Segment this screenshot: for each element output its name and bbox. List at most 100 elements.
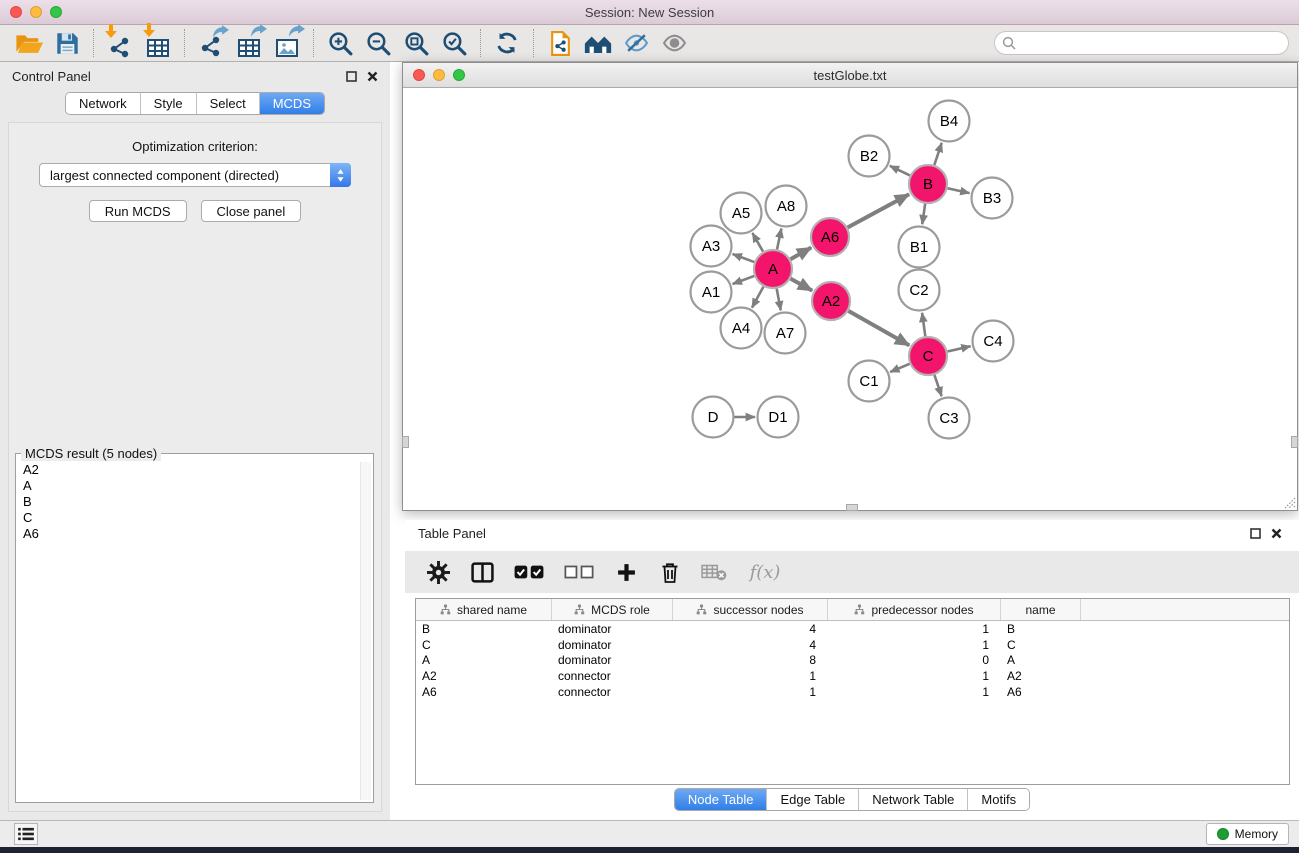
node-B1[interactable]: B1 xyxy=(899,227,940,268)
zoom-in-icon[interactable] xyxy=(321,27,359,59)
node-A2[interactable]: A2 xyxy=(812,282,850,320)
node-B4[interactable]: B4 xyxy=(929,101,970,142)
window-edge-handle-bottom[interactable] xyxy=(846,504,858,511)
table-row[interactable]: Adominator80A xyxy=(416,652,1289,668)
zoom-selected-icon[interactable] xyxy=(435,27,473,59)
table-cell[interactable]: C xyxy=(416,638,552,652)
close-table-panel-icon[interactable] xyxy=(1271,528,1282,539)
table-cell[interactable]: 1 xyxy=(828,622,1001,636)
edge-A-A5[interactable] xyxy=(752,233,763,252)
column-header-shared-name[interactable]: shared name xyxy=(416,599,552,620)
table-cell[interactable]: 4 xyxy=(673,622,828,636)
task-history-button[interactable] xyxy=(14,823,38,845)
mcds-result-item[interactable]: C xyxy=(19,510,359,526)
search-input[interactable] xyxy=(994,31,1289,55)
criterion-dropdown[interactable]: largest connected component (directed) xyxy=(39,163,351,187)
tab-network-table[interactable]: Network Table xyxy=(859,789,968,810)
open-session-icon[interactable] xyxy=(10,27,48,59)
node-C3[interactable]: C3 xyxy=(929,398,970,439)
table-cell[interactable]: 8 xyxy=(673,653,828,667)
table-cell[interactable]: A xyxy=(1001,653,1081,667)
table-row[interactable]: A6connector11A6 xyxy=(416,684,1289,700)
resize-grip[interactable] xyxy=(1282,495,1296,509)
table-row[interactable]: A2connector11A2 xyxy=(416,668,1289,684)
new-network-from-selection-icon[interactable] xyxy=(541,27,579,59)
table-cell[interactable]: 4 xyxy=(673,638,828,652)
node-D[interactable]: D xyxy=(693,397,734,438)
table-cell[interactable]: 1 xyxy=(828,638,1001,652)
run-mcds-button[interactable]: Run MCDS xyxy=(89,200,187,222)
tab-node-table[interactable]: Node Table xyxy=(675,789,768,810)
node-C2[interactable]: C2 xyxy=(899,270,940,311)
mcds-list-scrollbar[interactable] xyxy=(360,462,371,800)
table-row[interactable]: Cdominator41C xyxy=(416,637,1289,653)
edge-A-A4[interactable] xyxy=(752,287,763,308)
table-cell[interactable]: 1 xyxy=(673,685,828,699)
edge-A-A2[interactable] xyxy=(791,279,813,291)
table-row[interactable]: Bdominator41B xyxy=(416,621,1289,637)
export-image-icon[interactable] xyxy=(268,27,306,59)
float-table-panel-icon[interactable] xyxy=(1250,528,1261,539)
table-cell[interactable]: dominator xyxy=(552,622,673,636)
window-edge-handle-right[interactable] xyxy=(1291,436,1298,448)
table-cell[interactable]: 0 xyxy=(828,653,1001,667)
select-all-icon[interactable] xyxy=(511,557,547,587)
table-cell[interactable]: A xyxy=(416,653,552,667)
first-neighbors-icon[interactable] xyxy=(579,27,617,59)
column-header-predecessor-nodes[interactable]: predecessor nodes xyxy=(828,599,1001,620)
node-A8[interactable]: A8 xyxy=(766,186,807,227)
deselect-all-icon[interactable] xyxy=(561,557,597,587)
node-D1[interactable]: D1 xyxy=(758,397,799,438)
node-A7[interactable]: A7 xyxy=(765,313,806,354)
table-cell[interactable]: A2 xyxy=(1001,669,1081,683)
zoom-out-icon[interactable] xyxy=(359,27,397,59)
edge-A-A8[interactable] xyxy=(777,229,781,250)
node-A4[interactable]: A4 xyxy=(721,308,762,349)
edge-A-A3[interactable] xyxy=(733,254,755,262)
table-cell[interactable]: C xyxy=(1001,638,1081,652)
column-header-MCDS-role[interactable]: MCDS role xyxy=(552,599,673,620)
mcds-result-item[interactable]: A xyxy=(19,478,359,494)
table-cell[interactable]: 1 xyxy=(828,669,1001,683)
column-header-name[interactable]: name xyxy=(1001,599,1081,620)
edge-A-A7[interactable] xyxy=(777,289,781,311)
tab-network[interactable]: Network xyxy=(66,93,141,114)
node-A6[interactable]: A6 xyxy=(811,218,849,256)
edge-A-A1[interactable] xyxy=(733,276,755,284)
delete-table-icon[interactable] xyxy=(699,557,729,587)
node-C1[interactable]: C1 xyxy=(849,361,890,402)
mcds-result-item[interactable]: A2 xyxy=(19,462,359,478)
tab-motifs[interactable]: Motifs xyxy=(968,789,1029,810)
edge-B-B3[interactable] xyxy=(948,188,970,193)
table-cell[interactable]: 1 xyxy=(673,669,828,683)
close-panel-button[interactable]: Close panel xyxy=(201,200,302,222)
edge-C-C4[interactable] xyxy=(947,346,970,351)
edge-B-B4[interactable] xyxy=(934,143,941,165)
save-session-icon[interactable] xyxy=(48,27,86,59)
delete-column-icon[interactable] xyxy=(655,557,685,587)
edge-C-C2[interactable] xyxy=(922,313,925,336)
node-B2[interactable]: B2 xyxy=(849,136,890,177)
table-cell[interactable]: A6 xyxy=(416,685,552,699)
node-A[interactable]: A xyxy=(754,250,792,288)
float-panel-icon[interactable] xyxy=(346,71,357,82)
node-C[interactable]: C xyxy=(909,337,947,375)
function-builder-icon[interactable]: f(x) xyxy=(743,557,787,587)
close-panel-icon[interactable] xyxy=(367,71,378,82)
edge-A-A6[interactable] xyxy=(790,248,811,260)
mcds-result-item[interactable]: A6 xyxy=(19,526,359,542)
zoom-fit-icon[interactable] xyxy=(397,27,435,59)
node-A1[interactable]: A1 xyxy=(691,272,732,313)
edge-A2-C[interactable] xyxy=(848,311,909,346)
import-network-icon[interactable] xyxy=(101,27,139,59)
table-options-icon[interactable] xyxy=(423,557,453,587)
show-column-icon[interactable] xyxy=(467,557,497,587)
edge-C-C1[interactable] xyxy=(890,364,909,372)
table-cell[interactable]: dominator xyxy=(552,638,673,652)
node-C4[interactable]: C4 xyxy=(973,321,1014,362)
table-cell[interactable]: dominator xyxy=(552,653,673,667)
tab-mcds[interactable]: MCDS xyxy=(260,93,324,114)
hide-graphics-details-icon[interactable] xyxy=(617,27,655,59)
memory-button[interactable]: Memory xyxy=(1206,823,1289,845)
node-B3[interactable]: B3 xyxy=(972,178,1013,219)
